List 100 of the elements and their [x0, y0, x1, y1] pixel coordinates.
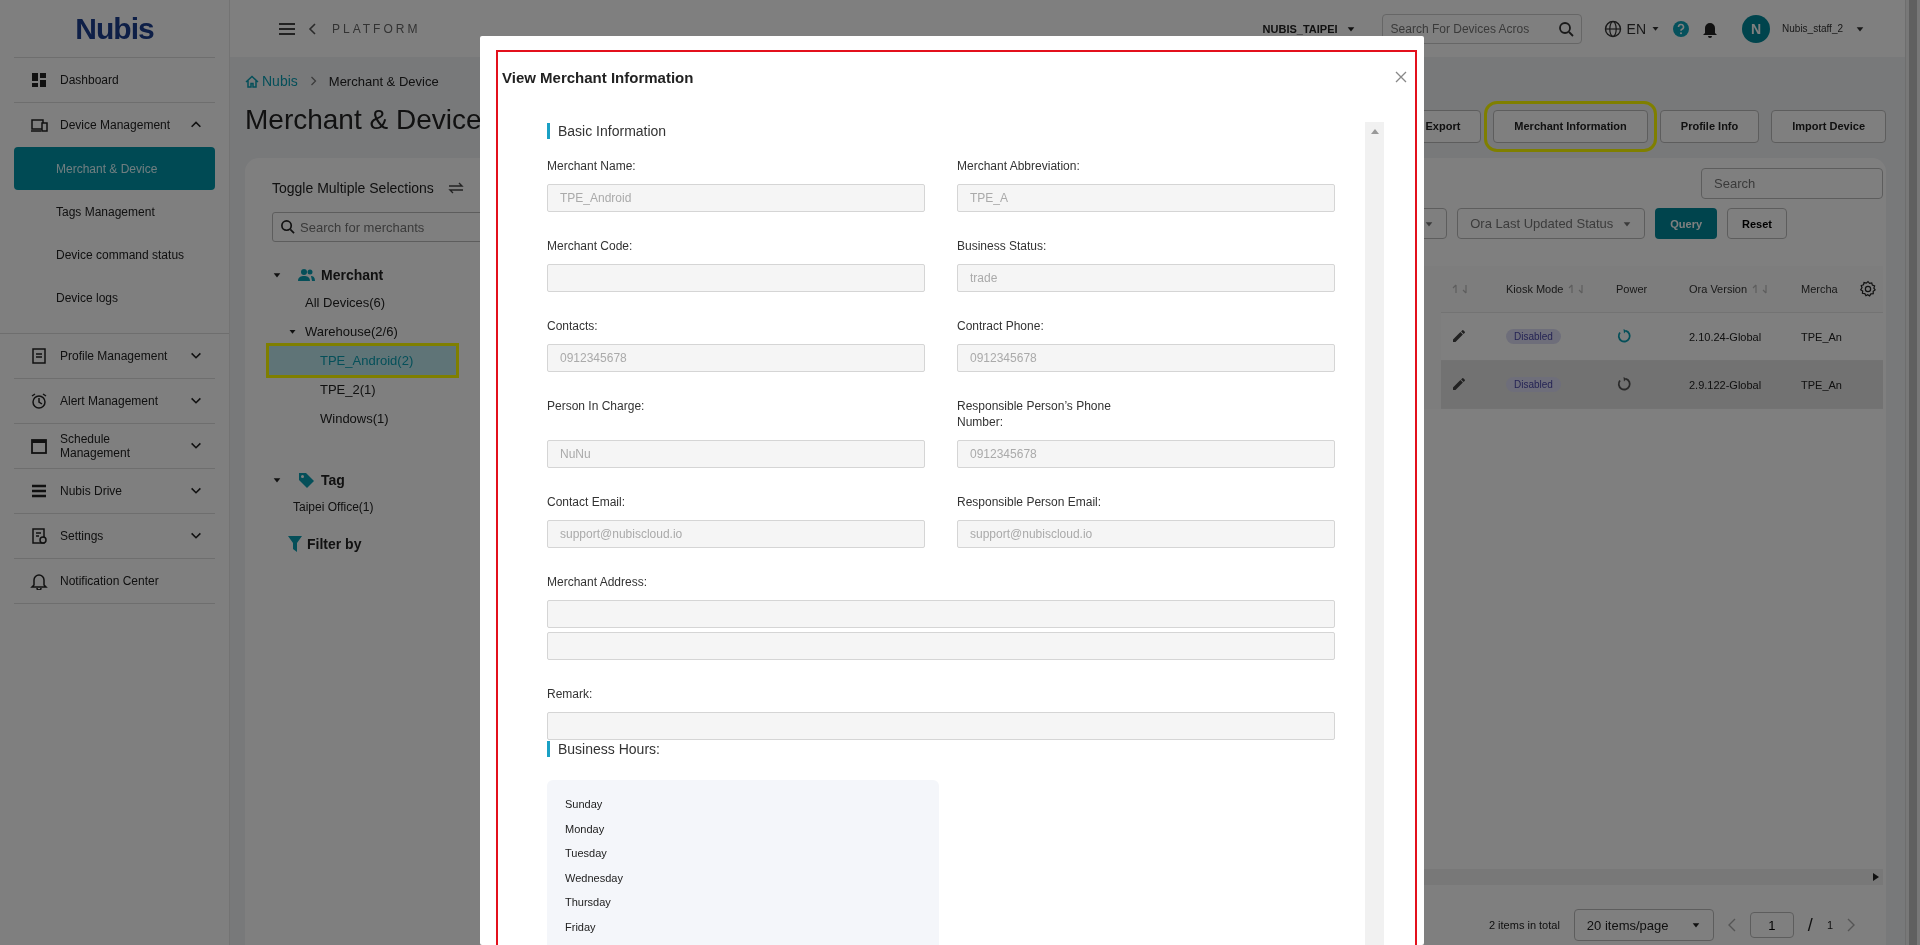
tree-item[interactable]: Warehouse(2/6) — [305, 317, 398, 346]
previous-page-icon[interactable] — [1727, 918, 1736, 932]
sidebar-item[interactable]: Settings — [14, 514, 215, 559]
caret-down-icon[interactable] — [272, 270, 282, 280]
sidebar-subitem[interactable]: Merchant & Device — [14, 147, 215, 190]
globe-icon — [1603, 19, 1622, 38]
back-icon[interactable] — [308, 22, 318, 35]
sidebar-item[interactable]: Dashboard — [14, 58, 215, 103]
field-label: Contract Phone: — [957, 318, 1045, 334]
day-label: Friday — [565, 919, 597, 935]
page-title: Merchant & Device — [245, 104, 482, 136]
field-label: Responsible Person Email: — [957, 494, 1103, 510]
action-button[interactable]: Profile Info — [1659, 109, 1760, 143]
people-icon — [298, 267, 315, 283]
language-selector[interactable]: EN — [1603, 19, 1661, 38]
tree-item[interactable]: All Devices(6) — [272, 288, 386, 317]
field-label: Business Status: — [957, 238, 1048, 254]
edit-icon[interactable] — [1451, 327, 1467, 344]
power-cycle-icon[interactable] — [1616, 375, 1632, 392]
day-label: Thursday — [565, 895, 612, 911]
day-label: Tuesday — [565, 846, 608, 862]
reset-button[interactable]: Reset — [1727, 208, 1787, 239]
search-icon — [280, 219, 295, 234]
settings-icon[interactable] — [1859, 280, 1877, 298]
toggle-label: Toggle Multiple Selections — [272, 180, 434, 196]
column-header: Power — [1616, 283, 1648, 295]
sidebar-item[interactable]: Schedule Management — [14, 424, 215, 469]
document-gear-icon — [30, 527, 48, 545]
table-cell-text: TPE_An — [1800, 378, 1843, 391]
search-icon — [1557, 20, 1574, 37]
breadcrumb-text: PLATFORM — [332, 21, 421, 36]
list-icon — [30, 482, 48, 500]
help-icon[interactable] — [1672, 19, 1691, 38]
page-size-dropdown[interactable]: 20 items/page — [1573, 909, 1714, 941]
calendar-icon — [30, 437, 48, 455]
section-title: Business Hours: — [547, 741, 660, 757]
vertical-scrollbar[interactable] — [1365, 122, 1384, 945]
scroll-right-icon[interactable] — [1873, 873, 1879, 881]
page-number-field[interactable]: 1 — [1749, 912, 1794, 938]
page-count: 1 — [1826, 919, 1833, 931]
tree-group-label: Merchant — [321, 267, 384, 283]
field-label: Merchant Code: — [547, 238, 634, 254]
close-icon[interactable] — [1395, 71, 1407, 83]
power-cycle-icon[interactable] — [1616, 327, 1632, 344]
swap-icon[interactable] — [447, 182, 464, 194]
sidebar-item[interactable]: Notification Center — [14, 559, 215, 604]
field-label: Merchant Abbreviation: — [957, 158, 1081, 174]
caret-down-icon[interactable] — [288, 327, 297, 336]
field-label: Responsible Person’s Phone Number: — [957, 398, 1112, 430]
sidebar-item[interactable]: Profile Management — [14, 334, 215, 379]
action-button[interactable]: Import Device — [1771, 109, 1886, 143]
filter-dropdown[interactable]: Ora Last Updated Status — [1457, 208, 1646, 239]
alarm-clock-icon — [30, 392, 48, 410]
query-button[interactable]: Query — [1655, 208, 1718, 239]
total-count: 2 items in total — [1488, 919, 1560, 931]
tree-item[interactable]: Windows(1) — [269, 404, 456, 433]
filter-label: Filter by — [307, 536, 362, 552]
sidebar-item[interactable]: Device Management — [14, 103, 215, 147]
caret-icon — [1690, 920, 1701, 930]
column-header: Kiosk Mode — [1506, 283, 1564, 295]
day-label: Monday — [565, 821, 606, 837]
dashboard-icon — [30, 71, 48, 89]
sidebar-item[interactable]: Alert Management — [14, 379, 215, 424]
edit-icon[interactable] — [1451, 375, 1467, 392]
column-header: Mercha — [1801, 283, 1838, 295]
page-scrollbar[interactable] — [1905, 0, 1920, 945]
filter-icon — [288, 536, 302, 552]
field-label: Person In Charge: — [547, 398, 646, 415]
sidebar-subitem[interactable]: Device logs — [14, 276, 215, 319]
breadcrumb-current: Merchant & Device — [328, 73, 439, 89]
chevron-right-icon — [309, 76, 317, 86]
field-label: Merchant Name: — [547, 158, 637, 174]
logo-text: Nubis — [75, 11, 154, 46]
field-label: Contact Email: — [547, 494, 627, 510]
sidebar-subitem[interactable]: Tags Management — [14, 190, 215, 233]
caret-icon — [1651, 24, 1661, 33]
field-label: Remark: — [547, 686, 594, 702]
field-label: Merchant Address: — [547, 574, 649, 590]
organization-dropdown[interactable]: NUBIS_TAIPEI — [1262, 22, 1356, 35]
user-name[interactable]: Nubis_staff_2 — [1782, 23, 1843, 34]
day-label: Sunday — [565, 797, 604, 812]
day-label: Wednesday — [565, 870, 624, 886]
sidebar-item[interactable]: Nubis Drive — [14, 469, 215, 514]
tree-item[interactable]: TPE_2(1) — [269, 375, 456, 404]
document-icon — [30, 347, 48, 365]
user-avatar: N — [1742, 14, 1771, 43]
search-field[interactable]: Search — [1701, 168, 1883, 199]
scroll-up-icon[interactable] — [1370, 128, 1379, 134]
devices-icon — [30, 116, 48, 134]
sidebar-subitem[interactable]: Device command status — [14, 233, 215, 276]
table-cell-text: 2.10.24-Global — [1688, 330, 1763, 343]
menu-icon[interactable] — [278, 21, 296, 36]
search-field[interactable]: Search For Devices Acros — [1381, 13, 1582, 44]
caret-down-icon[interactable] — [272, 475, 282, 485]
page-separator: / — [1807, 914, 1813, 936]
bell-icon — [30, 572, 48, 590]
tree-item[interactable]: Taipei Office(1) — [272, 493, 374, 522]
status-badge: Disabled — [1506, 377, 1561, 392]
next-page-icon[interactable] — [1847, 918, 1855, 932]
tag-icon — [298, 472, 315, 488]
